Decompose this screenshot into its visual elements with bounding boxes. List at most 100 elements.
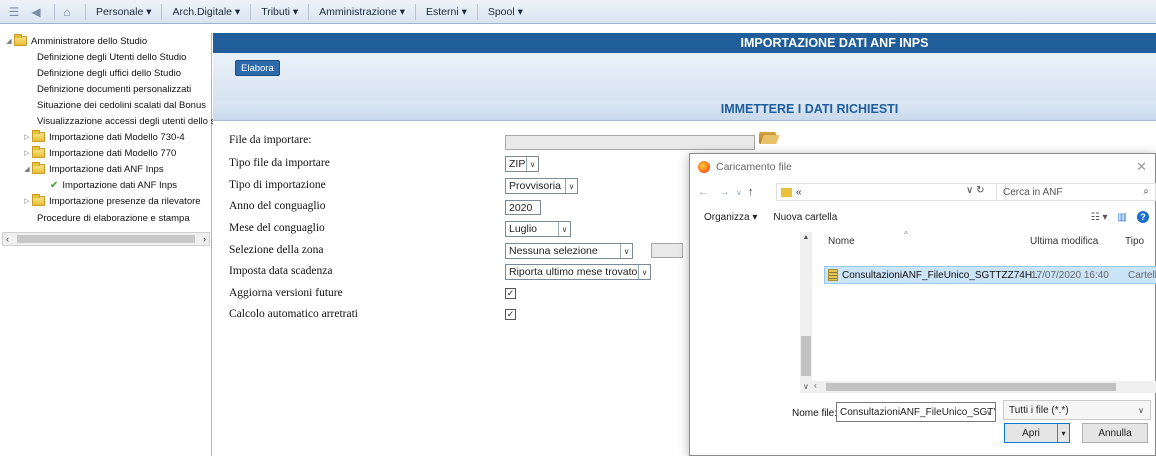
scadenza-label: Imposta data scadenza <box>229 265 333 277</box>
menu-esterni[interactable]: Esterni ▾ <box>420 6 473 18</box>
cancel-button[interactable]: Annulla <box>1082 423 1148 443</box>
tipo-import-select[interactable]: Provvisoria ∨ <box>505 178 578 194</box>
browse-folder-icon[interactable] <box>759 132 776 144</box>
scadenza-select[interactable]: Riporta ultimo mese trovato ∨ <box>505 264 651 280</box>
tree-item-anf-inps-folder[interactable]: ◢ Importazione dati ANF Inps <box>22 161 164 177</box>
scrollbar-thumb[interactable] <box>801 336 811 376</box>
file-upload-dialog: Caricamento file ✕ ← → ∨ ↑ « ∨ ↻ Cerca i… <box>689 153 1156 456</box>
refresh-icon[interactable]: ∨ ↻ <box>966 185 984 196</box>
mese-select[interactable]: Luglio ∨ <box>505 221 571 237</box>
tree-item-procedure[interactable]: Procedure di elaborazione e stampa <box>37 210 190 226</box>
filetype-value: Tutti i file (*.*) <box>1009 404 1069 416</box>
back-arrow-icon[interactable]: ◀ <box>28 4 44 20</box>
zona-extra-input[interactable] <box>651 243 683 258</box>
chevron-down-icon: ∨ <box>565 179 577 193</box>
tree-item-anf-inps-selected[interactable]: ✔ Importazione dati ANF Inps <box>50 177 177 193</box>
nav-vertical-scrollbar[interactable]: ▲ <box>800 232 812 384</box>
menu-arch-digitale[interactable]: Arch.Digitale ▾ <box>166 6 246 18</box>
menu-list-icon[interactable]: ☰ <box>6 4 22 20</box>
expand-arrow-icon[interactable]: ▷ <box>22 149 32 157</box>
column-type[interactable]: Tipo <box>1125 236 1144 247</box>
chevron-down-icon[interactable]: ∨ <box>736 188 742 197</box>
collapse-arrow-icon[interactable]: ◢ <box>22 165 32 173</box>
search-field[interactable]: Cerca in ANF ⌕ <box>996 183 1156 201</box>
tree-item-definizione-documenti[interactable]: Definizione documenti personalizzati <box>37 81 191 97</box>
file-list-item[interactable]: ConsultazioniANF_FileUnico_SGTTZZ74H... … <box>824 266 1156 284</box>
scroll-right-icon[interactable]: › <box>203 234 206 244</box>
tree-item-modello-730[interactable]: ▷ Importazione dati Modello 730-4 <box>22 129 185 145</box>
help-icon[interactable]: ? <box>1137 211 1149 223</box>
view-options-icon[interactable]: ☷ ▾ <box>1091 212 1108 223</box>
tree-item-label: Importazione presenze da rilevatore <box>49 195 201 207</box>
menu-amministrazione[interactable]: Amministrazione ▾ <box>313 6 411 18</box>
calcolo-checkbox[interactable]: ✓ <box>505 309 516 320</box>
folder-icon <box>32 162 45 174</box>
mese-label: Mese del conguaglio <box>229 222 325 234</box>
filetype-select[interactable]: Tutti i file (*.*) ∨ <box>1003 400 1151 420</box>
section-title: IMMETTERE I DATI RICHIESTI <box>720 102 899 116</box>
menu-spool[interactable]: Spool ▾ <box>482 6 529 18</box>
open-split-arrow-icon[interactable]: ▾ <box>1057 424 1069 442</box>
filename-value: ConsultazioniANF_FileUnico_SGT' <box>840 406 996 418</box>
anno-input[interactable]: 2020 <box>505 200 541 215</box>
scroll-left-icon[interactable]: ‹ <box>6 234 9 244</box>
file-label: File da importare: <box>229 134 312 146</box>
check-icon: ✔ <box>50 179 59 191</box>
zona-label: Selezione della zona <box>229 244 324 256</box>
scroll-left-icon[interactable]: ‹ <box>814 381 817 390</box>
zona-select[interactable]: Nessuna selezione ∨ <box>505 243 633 259</box>
tree-item-amministratore[interactable]: ◢ Amministratore dello Studio <box>4 33 147 49</box>
tree-item-label: Importazione dati ANF Inps <box>49 163 164 175</box>
elabora-button[interactable]: Elabora <box>235 60 280 76</box>
chevron-down-icon[interactable]: ∨ <box>803 382 809 391</box>
chevron-down-icon: ∨ <box>620 244 632 258</box>
filename-label: Nome file: <box>792 408 838 419</box>
expand-arrow-icon[interactable]: ▷ <box>22 133 32 141</box>
column-name[interactable]: Nome <box>828 236 855 247</box>
chevron-down-icon[interactable]: ∨ <box>986 408 992 417</box>
file-path-input[interactable] <box>505 135 755 150</box>
close-icon[interactable]: ✕ <box>1136 159 1147 175</box>
tree-item-situazione-cedolini[interactable]: Situazione dei cedolini scalati dal Bonu… <box>37 97 206 113</box>
up-arrow-icon[interactable]: ↑ <box>748 186 754 198</box>
new-folder-button[interactable]: Nuova cartella <box>773 212 837 223</box>
navigation-tree: ◢ Amministratore dello Studio Definizion… <box>0 33 231 456</box>
file-type: Cartella <box>1128 269 1156 281</box>
scrollbar-thumb[interactable] <box>17 235 195 243</box>
expand-arrow-icon[interactable]: ▷ <box>22 197 32 205</box>
open-button[interactable]: Apri ▾ <box>1004 423 1070 443</box>
back-arrow-icon[interactable]: ← <box>698 186 709 198</box>
aggiorna-checkbox[interactable]: ✓ <box>505 288 516 299</box>
tree-item-label: Importazione dati ANF Inps <box>62 179 177 191</box>
preview-pane-icon[interactable]: ▥ <box>1118 212 1127 223</box>
zona-value: Nessuna selezione <box>509 245 598 257</box>
tipo-file-label: Tipo file da importare <box>229 157 330 169</box>
tree-item-presenze[interactable]: ▷ Importazione presenze da rilevatore <box>22 193 201 209</box>
tree-item-modello-770[interactable]: ▷ Importazione dati Modello 770 <box>22 145 176 161</box>
scrollbar-thumb[interactable] <box>826 383 1116 391</box>
tree-item-visualizzazione-accessi[interactable]: Visualizzazione accessi degli utenti del… <box>37 113 231 129</box>
scadenza-value: Riporta ultimo mese trovato <box>509 266 638 278</box>
home-icon[interactable]: ⌂ <box>59 4 75 20</box>
menubar-separator <box>476 3 478 20</box>
scroll-up-icon[interactable]: ▲ <box>800 234 812 241</box>
calcolo-label: Calcolo automatico arretrati <box>229 308 358 320</box>
menu-personale[interactable]: Personale ▾ <box>90 6 157 18</box>
collapse-arrow-icon[interactable]: ◢ <box>4 37 14 45</box>
column-modified[interactable]: Ultima modifica <box>1030 236 1098 247</box>
tree-item-definizione-uffici[interactable]: Definizione degli uffici dello Studio <box>37 65 181 81</box>
file-list-header: Nome ^ Ultima modifica Tipo <box>816 230 1156 252</box>
tree-item-label: Importazione dati Modello 770 <box>49 147 177 159</box>
organizza-button[interactable]: Organizza ▾ <box>704 212 757 223</box>
filename-input[interactable]: ConsultazioniANF_FileUnico_SGT' ∨ <box>836 402 996 422</box>
tree-item-definizione-utenti[interactable]: Definizione degli Utenti dello Studio <box>37 49 186 65</box>
forward-arrow-icon[interactable]: → <box>719 186 730 198</box>
file-list-horizontal-scrollbar[interactable]: ∨ ‹ <box>800 381 1156 393</box>
tree-item-label: Definizione documenti personalizzati <box>37 83 192 95</box>
tree-horizontal-scrollbar[interactable]: ‹ › <box>2 232 210 246</box>
tree-item-label: Definizione degli Utenti dello Studio <box>37 51 187 63</box>
chevron-down-icon: ∨ <box>558 222 570 236</box>
tipo-file-select[interactable]: ZIP ∨ <box>505 156 539 172</box>
menu-tributi[interactable]: Tributi ▾ <box>255 6 304 18</box>
zip-folder-icon <box>828 269 838 281</box>
